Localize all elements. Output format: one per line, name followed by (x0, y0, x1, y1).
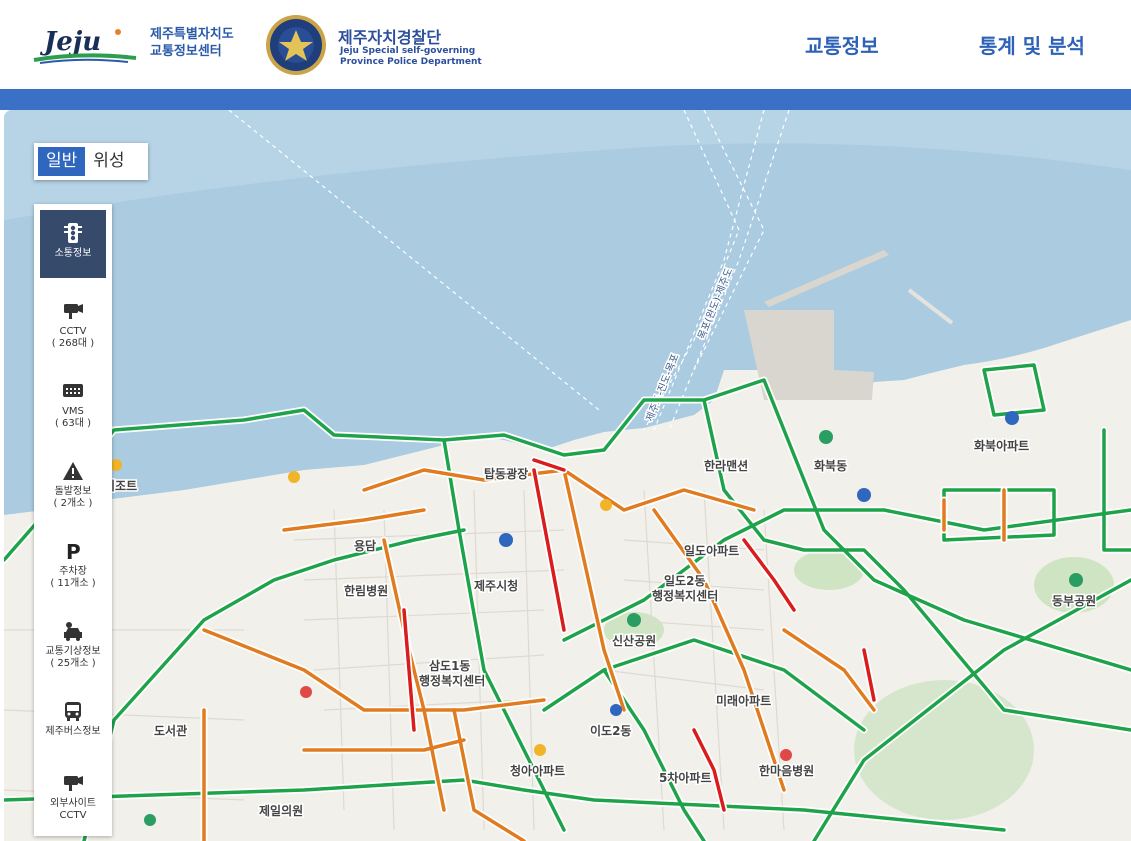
label-hanam: 한라맨션 (704, 458, 748, 473)
poi-park-icon[interactable] (1069, 573, 1083, 587)
poi-station-icon[interactable] (610, 704, 622, 716)
label-jeil: 제일의원 (259, 803, 303, 818)
label-mirae: 미래아파트 (716, 693, 771, 708)
label-ildo: 일도아파트 (684, 543, 739, 558)
label-sinsan: 신산공원 (612, 633, 656, 648)
poi-mountain-icon[interactable] (819, 430, 833, 444)
label-tapdong: 탑동광장 (484, 466, 528, 481)
sidebar-item-traffic[interactable]: 소통정보 (40, 210, 106, 278)
sidebar-item-cctv[interactable]: CCTV ( 268대 ) (40, 288, 106, 356)
police-emblem-icon (266, 15, 326, 75)
label-ildo2: 일도2동 (664, 574, 705, 588)
poi-shop-icon-2[interactable] (534, 744, 546, 756)
sidebar-item-bus[interactable]: 제주버스정보 (40, 688, 106, 756)
map-type-satellite[interactable]: 위성 (85, 147, 132, 176)
header: Jeju 제주특별자치도 교통정보센터 제주자치경찰단 Jeju Special… (0, 0, 1131, 89)
jeju-logo-text: Jeju (39, 27, 101, 57)
poi-park-icon-2[interactable] (627, 613, 641, 627)
label-samdo: 삼도1동 (429, 658, 470, 673)
police-name-ko: 제주자치경찰단 (338, 28, 442, 47)
label-hallym: 한림병원 (344, 583, 388, 598)
label-idong: 이도2동 (590, 723, 631, 738)
jeju-org-name: 제주특별자치도 교통정보센터 (150, 27, 234, 59)
weather-car-icon (64, 622, 82, 641)
poi-hotel-icon[interactable] (288, 471, 300, 483)
sidebar-item-parking[interactable]: P 주차장 ( 11개소 ) (40, 528, 106, 596)
nav-statistics[interactable]: 통계 및 분석 (979, 30, 1085, 59)
poi-shop-icon[interactable] (600, 499, 612, 511)
cctv-camera-icon (64, 304, 83, 319)
label-dobu: 동부공원 (1052, 594, 1096, 608)
label-hanmaeum: 한마음병원 (759, 763, 814, 778)
traffic-map[interactable]: 제주도-진도-목포 목포(완도)-제주도 탑동광장 한라맨션 일도2동 행정복지… (4, 110, 1131, 841)
map-type-normal[interactable]: 일반 (38, 147, 86, 176)
map-type-toggle: 일반 위성 (34, 143, 148, 180)
sidebar-item-external-cctv[interactable]: 외부사이트 CCTV (40, 760, 106, 828)
label-ildo2-center: 행정복지센터 (652, 588, 718, 603)
label-doseogwan: 도서관 (154, 723, 187, 738)
label-hwabuk-apt: 화북아파트 (974, 438, 1029, 453)
label-apt5: 5차아파트 (659, 770, 712, 785)
sidebar-item-vms[interactable]: VMS ( 63대 ) (40, 368, 106, 436)
label-hwabuk: 화북동 (814, 458, 847, 473)
label-yongdam: 용담 (354, 538, 376, 553)
police-name-en: Jeju Special self-governing Province Pol… (340, 46, 482, 67)
label-jeju-city: 제주시청 (474, 578, 518, 593)
poi-hospital-icon-2[interactable] (780, 749, 792, 761)
poi-hospital-icon[interactable] (300, 686, 312, 698)
traffic-light-icon (64, 223, 82, 243)
nav-traffic-info[interactable]: 교통정보 (805, 30, 879, 59)
warning-icon (63, 462, 83, 480)
cctv-camera-icon (64, 776, 83, 791)
poi-school-icon[interactable] (857, 488, 871, 502)
poi-library-icon[interactable] (144, 814, 156, 826)
jeju-logo[interactable]: Jeju (32, 22, 137, 66)
svg-text:P: P (66, 540, 81, 562)
label-cheonga: 청아아파트 (510, 763, 565, 778)
label-samdo-center: 행정복지센터 (419, 673, 485, 688)
parking-icon: P (66, 540, 81, 562)
layer-sidebar: 소통정보 CCTV ( 268대 ) VMS ( 63대 ) 돌발정보 ( 2개… (34, 204, 112, 836)
map-canvas[interactable]: 제주도-진도-목포 목포(완도)-제주도 탑동광장 한라맨션 일도2동 행정복지… (4, 110, 1131, 841)
poi-gov-icon[interactable] (1005, 411, 1019, 425)
sidebar-item-weather[interactable]: 교통기상정보 ( 25개소 ) (40, 608, 106, 676)
sidebar-item-incident[interactable]: 돌발정보 ( 2개소 ) (40, 448, 106, 516)
poi-bus-icon[interactable] (499, 533, 513, 547)
bus-icon (65, 702, 81, 721)
vms-board-icon (63, 384, 83, 397)
header-band (0, 89, 1131, 110)
